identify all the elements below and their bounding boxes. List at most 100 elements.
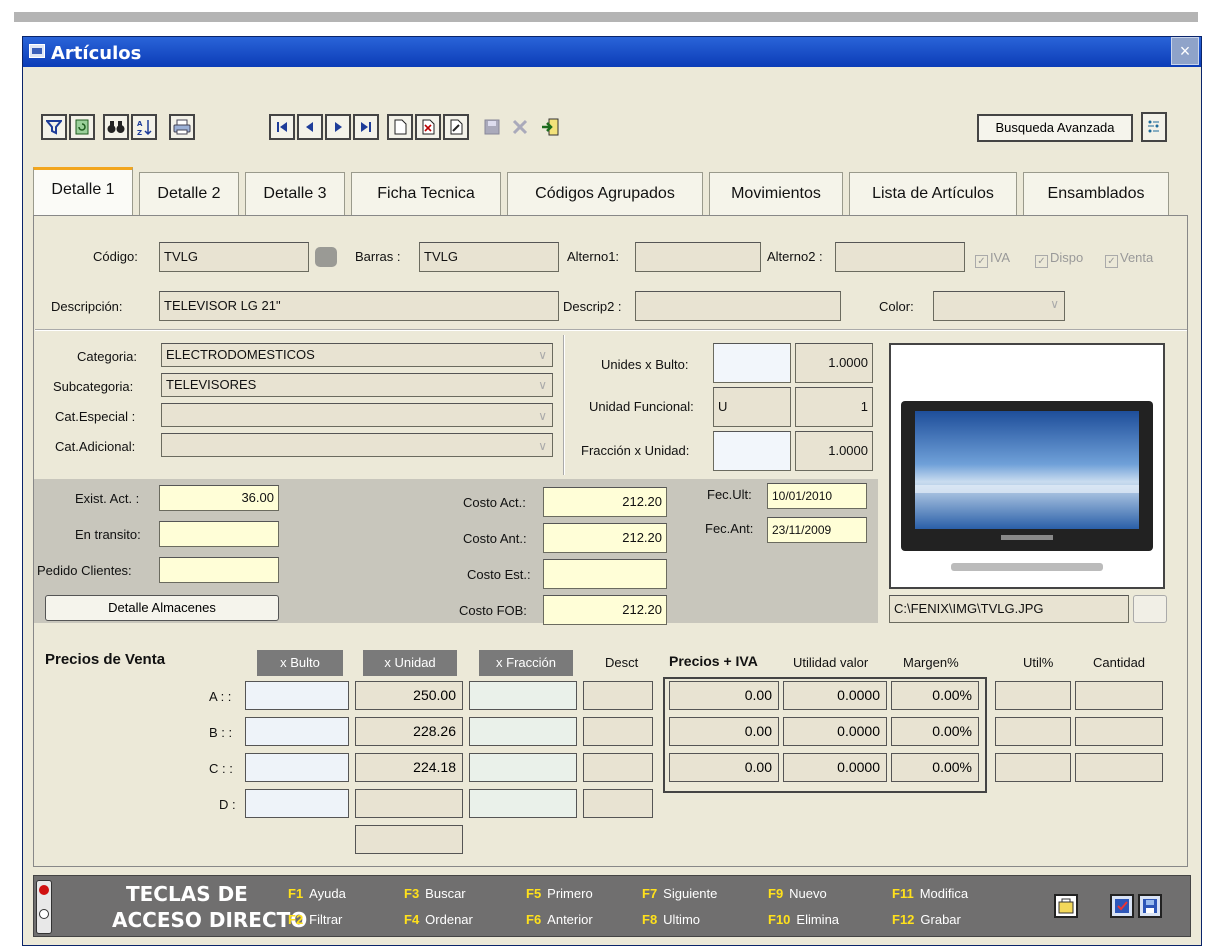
- cancel-icon[interactable]: [507, 114, 533, 140]
- codigo-field[interactable]: TVLG: [159, 242, 309, 272]
- price-b-margen[interactable]: 0.00%: [891, 717, 979, 746]
- tab-lista-articulos[interactable]: Lista de Artículos: [849, 172, 1017, 216]
- price-c-bulto[interactable]: [245, 753, 349, 782]
- price-d-unidad[interactable]: [355, 789, 463, 818]
- tab-ensamblados[interactable]: Ensamblados: [1023, 172, 1169, 216]
- costo-fob-field[interactable]: 212.20: [543, 595, 667, 625]
- price-a-margen[interactable]: 0.00%: [891, 681, 979, 710]
- price-d-desct[interactable]: [583, 789, 653, 818]
- price-b-desct[interactable]: [583, 717, 653, 746]
- alterno2-field[interactable]: [835, 242, 965, 272]
- price-c-margen[interactable]: 0.00%: [891, 753, 979, 782]
- iva-checkbox[interactable]: ✓ IVA: [975, 250, 1010, 268]
- tab-detalle-3[interactable]: Detalle 3: [245, 172, 345, 216]
- price-c-fraccion[interactable]: [469, 753, 577, 782]
- lookup-icon[interactable]: [315, 247, 337, 267]
- catadicional-select[interactable]: [161, 433, 553, 457]
- price-b-util[interactable]: [995, 717, 1071, 746]
- costo-est-field[interactable]: [543, 559, 667, 589]
- unidad-funcional-code[interactable]: U: [713, 387, 791, 427]
- color-select[interactable]: [933, 291, 1065, 321]
- price-b-cantidad[interactable]: [1075, 717, 1163, 746]
- next-record-icon[interactable]: [325, 114, 351, 140]
- price-c-iva[interactable]: 0.00: [669, 753, 779, 782]
- browse-image-button[interactable]: [1133, 595, 1167, 623]
- price-b-fraccion[interactable]: [469, 717, 577, 746]
- price-a-bulto[interactable]: [245, 681, 349, 710]
- printer-icon[interactable]: [169, 114, 195, 140]
- iva-label: IVA: [990, 250, 1010, 265]
- checklist-icon[interactable]: [1110, 894, 1134, 918]
- header-utilidad-valor: Utilidad valor: [793, 655, 869, 670]
- pedido-field[interactable]: [159, 557, 279, 583]
- price-a-iva[interactable]: 0.00: [669, 681, 779, 710]
- price-d-bulto[interactable]: [245, 789, 349, 818]
- save-icon[interactable]: [479, 114, 505, 140]
- catespecial-select[interactable]: [161, 403, 553, 427]
- exist-field[interactable]: 36.00: [159, 485, 279, 511]
- notes-icon[interactable]: [1054, 894, 1078, 918]
- tab-detalle-2[interactable]: Detalle 2: [139, 172, 239, 216]
- edit-record-icon[interactable]: [443, 114, 469, 140]
- descripcion-field[interactable]: TELEVISOR LG 21": [159, 291, 559, 321]
- image-path-field[interactable]: C:\FENIX\IMG\TVLG.JPG: [889, 595, 1129, 623]
- descripcion-label: Descripción:: [51, 299, 123, 314]
- new-record-icon[interactable]: [387, 114, 413, 140]
- tab-detalle-1[interactable]: Detalle 1: [33, 167, 133, 217]
- price-row-label: C : :: [209, 761, 233, 776]
- tab-codigos-agrupados[interactable]: Códigos Agrupados: [507, 172, 703, 216]
- price-c-util[interactable]: [995, 753, 1071, 782]
- price-a-utilidad[interactable]: 0.0000: [783, 681, 887, 710]
- transito-field[interactable]: [159, 521, 279, 547]
- venta-checkbox[interactable]: ✓ Venta: [1105, 250, 1153, 268]
- refresh-icon[interactable]: [69, 114, 95, 140]
- delete-record-icon[interactable]: [415, 114, 441, 140]
- fec-ult-field[interactable]: 10/01/2010: [767, 483, 867, 509]
- unides-bulto-field[interactable]: [713, 343, 791, 383]
- price-d-fraccion[interactable]: [469, 789, 577, 818]
- price-a-desct[interactable]: [583, 681, 653, 710]
- fraccion-unidad-field[interactable]: [713, 431, 791, 471]
- save-disk-icon[interactable]: [1138, 894, 1162, 918]
- unidad-funcional-value[interactable]: 1: [795, 387, 873, 427]
- costo-act-field[interactable]: 212.20: [543, 487, 667, 517]
- price-b-utilidad[interactable]: 0.0000: [783, 717, 887, 746]
- sort-icon[interactable]: AZ: [131, 114, 157, 140]
- price-a-cantidad[interactable]: [1075, 681, 1163, 710]
- price-c-utilidad[interactable]: 0.0000: [783, 753, 887, 782]
- previous-record-icon[interactable]: [297, 114, 323, 140]
- options-icon[interactable]: [1141, 112, 1167, 142]
- price-b-unidad[interactable]: 228.26: [355, 717, 463, 746]
- price-c-cantidad[interactable]: [1075, 753, 1163, 782]
- tab-ficha-tecnica[interactable]: Ficha Tecnica: [351, 172, 501, 216]
- fec-ant-field[interactable]: 23/11/2009: [767, 517, 867, 543]
- svg-text:Z: Z: [137, 129, 142, 136]
- price-c-unidad[interactable]: 224.18: [355, 753, 463, 782]
- price-a-unidad[interactable]: 250.00: [355, 681, 463, 710]
- price-b-bulto[interactable]: [245, 717, 349, 746]
- tab-movimientos[interactable]: Movimientos: [709, 172, 843, 216]
- last-record-icon[interactable]: [353, 114, 379, 140]
- descrip2-field[interactable]: [635, 291, 841, 321]
- price-c-desct[interactable]: [583, 753, 653, 782]
- advanced-search-button[interactable]: Busqueda Avanzada: [977, 114, 1133, 142]
- alterno1-field[interactable]: [635, 242, 761, 272]
- price-a-fraccion[interactable]: [469, 681, 577, 710]
- price-a-util[interactable]: [995, 681, 1071, 710]
- categoria-select[interactable]: ELECTRODOMESTICOS: [161, 343, 553, 367]
- price-extra-field[interactable]: [355, 825, 463, 854]
- exit-icon[interactable]: [537, 114, 563, 140]
- dispo-checkbox[interactable]: ✓ Dispo: [1035, 250, 1083, 268]
- filter-icon[interactable]: [41, 114, 67, 140]
- detalle-almacenes-button[interactable]: Detalle Almacenes: [45, 595, 279, 621]
- barras-field[interactable]: TVLG: [419, 242, 559, 272]
- fraccion-unidad-value[interactable]: 1.0000: [795, 431, 873, 471]
- binoculars-icon[interactable]: [103, 114, 129, 140]
- divider: [35, 329, 1187, 331]
- close-button[interactable]: ×: [1171, 37, 1199, 65]
- first-record-icon[interactable]: [269, 114, 295, 140]
- costo-ant-field[interactable]: 212.20: [543, 523, 667, 553]
- unides-bulto-value[interactable]: 1.0000: [795, 343, 873, 383]
- subcategoria-select[interactable]: TELEVISORES: [161, 373, 553, 397]
- price-b-iva[interactable]: 0.00: [669, 717, 779, 746]
